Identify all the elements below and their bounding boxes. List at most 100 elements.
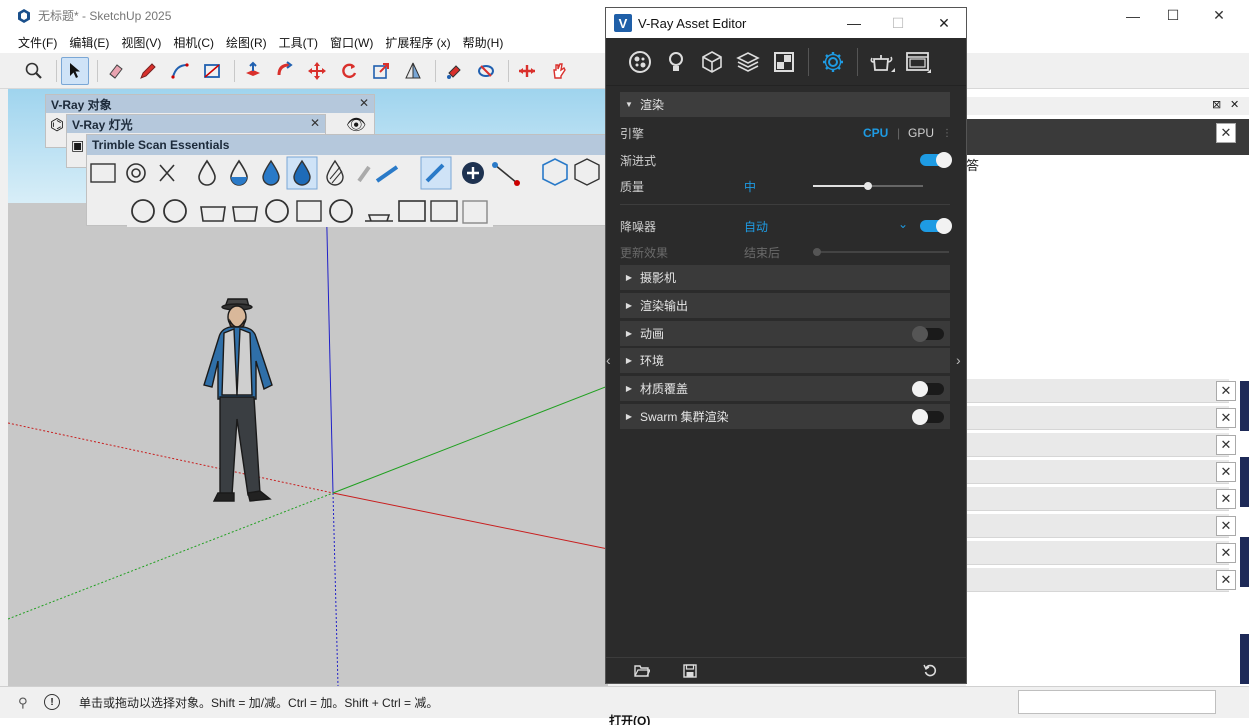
vray-close-button[interactable]: ✕ xyxy=(922,8,966,38)
close-icon[interactable]: ✕ xyxy=(1216,570,1236,590)
close-icon[interactable]: ✕ xyxy=(359,96,369,110)
pencil-line-icon[interactable] xyxy=(134,57,162,85)
tray-row[interactable] xyxy=(966,541,1229,565)
menu-draw[interactable]: 绘图(R) xyxy=(220,34,273,51)
close-icon[interactable]: ✕ xyxy=(1216,408,1236,428)
close-icon[interactable]: ✕ xyxy=(1216,381,1236,401)
close-icon[interactable]: ✕ xyxy=(1216,489,1236,509)
open-folder-icon[interactable] xyxy=(634,664,650,678)
swarm-toggle[interactable] xyxy=(912,409,944,425)
more-vertical-icon[interactable]: ⋮ xyxy=(942,128,952,139)
vray-objects-toolbar-title[interactable]: V-Ray 对象 ✕ xyxy=(46,95,374,113)
menu-camera[interactable]: 相机(C) xyxy=(167,34,220,51)
section-swarm[interactable]: ▶ Swarm 集群渲染 xyxy=(620,404,950,429)
toolbar-separator xyxy=(56,59,57,82)
vray-geometry-icon[interactable]: ⌬ xyxy=(50,115,64,135)
vray-minimize-button[interactable]: — xyxy=(832,8,876,38)
update-effects-slider-track[interactable] xyxy=(813,248,949,256)
tray-row[interactable] xyxy=(966,487,1229,511)
pin-icon[interactable]: ⊠ xyxy=(1212,98,1221,111)
close-icon[interactable]: ✕ xyxy=(1230,98,1239,111)
close-icon[interactable]: ✕ xyxy=(310,116,320,130)
section-material-override[interactable]: ▶ 材质覆盖 xyxy=(620,376,950,401)
maximize-button[interactable]: ☐ xyxy=(1150,0,1196,31)
frame-buffer-icon[interactable] xyxy=(900,44,936,80)
trimble-scan-icons[interactable] xyxy=(87,155,609,227)
close-icon[interactable]: ✕ xyxy=(1216,462,1236,482)
reset-icon[interactable] xyxy=(923,664,937,678)
rectangle-icon[interactable] xyxy=(198,57,226,85)
menu-extensions[interactable]: 扩展程序 (x) xyxy=(379,34,456,51)
update-effects-value[interactable]: 结束后 xyxy=(744,244,780,261)
paint-icon[interactable] xyxy=(440,57,468,85)
follow-me-icon[interactable] xyxy=(271,57,299,85)
menu-help[interactable]: 帮助(H) xyxy=(457,34,510,51)
tray-row[interactable] xyxy=(966,379,1229,403)
menu-view[interactable]: 视图(V) xyxy=(115,34,167,51)
denoiser-toggle[interactable] xyxy=(920,218,952,234)
eraser-icon[interactable] xyxy=(102,57,130,85)
material-override-toggle[interactable] xyxy=(912,381,944,397)
vray-lights-toolbar-title[interactable]: V-Ray 灯光 ✕ xyxy=(67,115,325,133)
menu-file[interactable]: 文件(F) xyxy=(12,34,63,51)
textures-icon[interactable] xyxy=(766,44,802,80)
arc-icon[interactable] xyxy=(166,57,194,85)
close-icon[interactable]: ✕ xyxy=(1216,516,1236,536)
tray-row[interactable] xyxy=(966,568,1229,592)
vray-titlebar[interactable]: V V-Ray Asset Editor — ☐ ✕ xyxy=(606,8,966,38)
eye-icon[interactable]: 👁 xyxy=(346,115,366,135)
close-icon[interactable]: ✕ xyxy=(1216,543,1236,563)
scale-icon[interactable] xyxy=(367,57,395,85)
measurements-input[interactable] xyxy=(1018,690,1216,714)
close-icon[interactable]: ✕ xyxy=(1216,123,1236,143)
animation-toggle[interactable] xyxy=(912,326,944,342)
menu-tools[interactable]: 工具(T) xyxy=(273,34,324,51)
section-plane-icon[interactable] xyxy=(399,57,427,85)
menu-edit[interactable]: 编辑(E) xyxy=(63,34,115,51)
save-icon[interactable] xyxy=(683,664,697,678)
menu-window[interactable]: 窗口(W) xyxy=(324,34,379,51)
chevron-down-icon[interactable]: ⌄ xyxy=(898,217,908,231)
tray-row[interactable] xyxy=(966,406,1229,430)
hand-icon[interactable] xyxy=(545,57,573,85)
render-teapot-icon[interactable] xyxy=(864,44,900,80)
layers-icon[interactable] xyxy=(730,44,766,80)
trimble-scan-toolbar-title[interactable]: Trimble Scan Essentials xyxy=(87,135,608,155)
push-pull-icon[interactable] xyxy=(239,57,267,85)
collapse-left-icon[interactable]: ‹ xyxy=(606,352,611,368)
move-icon[interactable] xyxy=(303,57,331,85)
engine-cpu-option[interactable]: CPU xyxy=(863,126,888,140)
vray-light-icon[interactable]: ▣ xyxy=(71,137,84,154)
tray-row[interactable] xyxy=(966,433,1229,457)
vray-maximize-button[interactable]: ☐ xyxy=(876,8,920,38)
orbit-icon[interactable] xyxy=(472,57,500,85)
rotate-icon[interactable] xyxy=(335,57,363,85)
progressive-toggle[interactable] xyxy=(920,152,952,168)
close-button[interactable]: ✕ xyxy=(1196,0,1242,31)
denoiser-value[interactable]: 自动 xyxy=(744,218,768,235)
info-icon[interactable]: ! xyxy=(44,694,60,710)
section-animation[interactable]: ▶ 动画 xyxy=(620,321,950,346)
open-menu-text[interactable]: 打开(O) xyxy=(609,712,650,725)
tray-row[interactable] xyxy=(966,460,1229,484)
section-render-output[interactable]: ▶ 渲染输出 xyxy=(620,293,950,318)
geometry-icon[interactable] xyxy=(694,44,730,80)
quality-value[interactable]: 中 xyxy=(744,178,756,195)
geo-location-icon[interactable]: ⚲ xyxy=(18,695,28,711)
select-arrow-icon[interactable] xyxy=(61,56,89,85)
quality-slider-track[interactable] xyxy=(813,182,923,190)
update-effects-slider-thumb[interactable] xyxy=(813,248,821,256)
close-icon[interactable]: ✕ xyxy=(1216,435,1236,455)
expand-right-icon[interactable]: › xyxy=(956,352,961,368)
zoom-icon[interactable] xyxy=(20,57,48,85)
section-camera[interactable]: ▶ 摄影机 xyxy=(620,265,950,290)
section-environment[interactable]: ▶ 环境 xyxy=(620,348,950,373)
settings-gear-icon[interactable] xyxy=(815,44,851,80)
materials-icon[interactable] xyxy=(622,44,658,80)
tray-row[interactable] xyxy=(966,514,1229,538)
render-section-header[interactable]: ▼ 渲染 xyxy=(620,92,950,117)
engine-gpu-option[interactable]: GPU xyxy=(908,126,934,140)
quality-slider-thumb[interactable] xyxy=(864,182,872,190)
pan-icon[interactable] xyxy=(513,57,541,85)
lights-icon[interactable] xyxy=(658,44,694,80)
